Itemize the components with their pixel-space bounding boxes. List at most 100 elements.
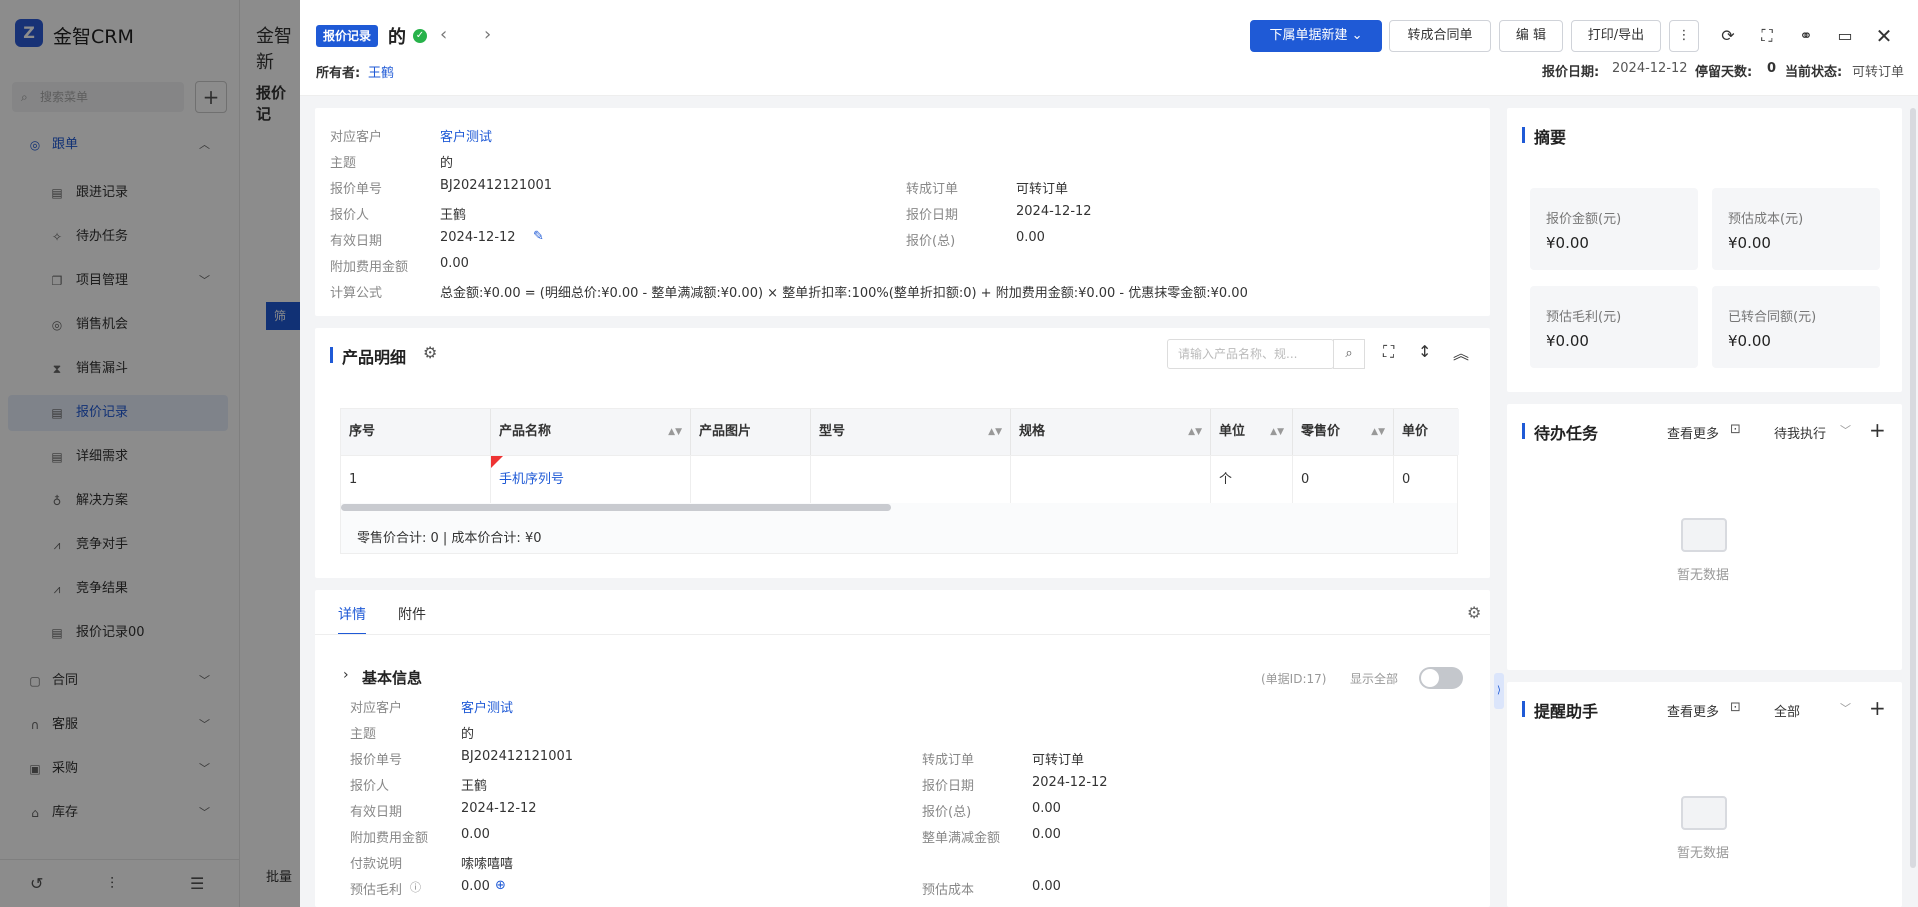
chevron-down-icon[interactable]: ﹀ bbox=[1840, 422, 1851, 438]
tab-attachments[interactable]: 附件 bbox=[398, 604, 426, 624]
status-label: 当前状态: bbox=[1785, 65, 1843, 80]
card-label: 报价金额(元) bbox=[1546, 212, 1622, 227]
stay-days-value: 0 bbox=[1767, 61, 1777, 76]
refresh-icon[interactable]: ⟳ bbox=[1716, 24, 1740, 48]
next-record-icon[interactable]: › bbox=[484, 24, 491, 45]
total-label: 报价(总) bbox=[906, 234, 956, 249]
gear-icon[interactable]: ⚙ bbox=[423, 343, 437, 362]
col-header: 产品图片 bbox=[691, 409, 811, 455]
todo-filter-select[interactable]: 待我执行 bbox=[1774, 423, 1826, 442]
tab-details[interactable]: 详情 bbox=[338, 604, 366, 624]
divider bbox=[315, 634, 1490, 635]
product-table: 序号 产品名称 ▲▼ 产品图片 型号 ▲▼ 规格 ▲▼ 单位 ▲▼ 零售价 ▲▼ 单价 1… bbox=[340, 408, 1459, 554]
subject-label: 主题 bbox=[350, 727, 377, 742]
sort-icon: ▲▼ bbox=[1188, 427, 1202, 437]
close-icon[interactable]: ✕ bbox=[1872, 24, 1896, 48]
section-marker bbox=[1522, 127, 1525, 143]
discount-label: 整单满减金额 bbox=[922, 831, 1001, 846]
col-label: 零售价 bbox=[1301, 424, 1341, 439]
resize-vertical-icon[interactable]: ↕ bbox=[1418, 342, 1431, 361]
col-header-sortable[interactable]: 零售价 ▲▼ bbox=[1293, 409, 1394, 455]
reminder-view-more-link[interactable]: 查看更多 bbox=[1667, 701, 1719, 720]
col-header-sortable[interactable]: 型号 ▲▼ bbox=[811, 409, 1011, 455]
product-name-link[interactable]: 手机序列号 bbox=[491, 455, 691, 503]
col-header-sortable[interactable]: 规格 ▲▼ bbox=[1011, 409, 1211, 455]
col-header: 序号 bbox=[341, 409, 491, 455]
chevron-down-icon[interactable]: ﹀ bbox=[1840, 700, 1851, 716]
book-icon[interactable]: ⊡ bbox=[1730, 422, 1741, 437]
reminder-filter-select[interactable]: 全部 bbox=[1774, 701, 1800, 720]
date-value: 2024-12-12 bbox=[1032, 775, 1108, 790]
payment-note-value: 嗦嗦嘻嘻 bbox=[461, 857, 514, 872]
check-circle-icon: ✓ bbox=[413, 29, 427, 43]
sort-icon: ▲▼ bbox=[1371, 427, 1385, 437]
order-label: 转成订单 bbox=[906, 182, 959, 197]
subject-value: 的 bbox=[461, 727, 475, 742]
total-label: 报价(总) bbox=[922, 805, 972, 820]
toggle-knob bbox=[1421, 669, 1439, 687]
gear-icon[interactable]: ⚙ bbox=[1467, 603, 1481, 622]
record-type-tag: 报价记录 bbox=[316, 25, 379, 47]
extra-fee-value: 0.00 bbox=[461, 827, 490, 842]
cost-value: 0.00 bbox=[1032, 879, 1061, 894]
total-value: 0.00 bbox=[1032, 801, 1061, 816]
vertical-scrollbar[interactable] bbox=[1910, 108, 1916, 868]
summary-card: 已转合同额(元) ¥0.00 bbox=[1712, 286, 1880, 368]
add-reminder-icon[interactable]: + bbox=[1869, 696, 1886, 720]
cell: 个 bbox=[1211, 455, 1293, 503]
todo-empty-text: 暂无数据 bbox=[1677, 568, 1730, 583]
quote-detail-drawer: 报价记录 的 ✓ ‹ › 所有者: 王鹤 下属单据新建 ⌄ 转成合同单 编 辑 … bbox=[300, 0, 1918, 907]
print-export-button[interactable]: 打印/导出 bbox=[1571, 20, 1661, 52]
prev-record-icon[interactable]: ‹ bbox=[440, 24, 447, 45]
summary-title: 摘要 bbox=[1534, 128, 1567, 147]
quote-no-value: BJ202412121001 bbox=[440, 178, 553, 193]
sort-icon: ▲▼ bbox=[668, 427, 682, 437]
show-all-toggle[interactable] bbox=[1419, 667, 1463, 689]
valid-date-value: 2024-12-12 bbox=[461, 801, 537, 816]
section-marker bbox=[1522, 701, 1525, 717]
owner-link[interactable]: 王鹤 bbox=[368, 62, 394, 81]
convert-contract-button[interactable]: 转成合同单 bbox=[1389, 20, 1491, 52]
expand-icon[interactable]: ⛶ bbox=[1383, 342, 1394, 362]
todo-view-more-link[interactable]: 查看更多 bbox=[1667, 423, 1719, 442]
order-label: 转成订单 bbox=[922, 753, 975, 768]
help-icon[interactable]: ⓘ bbox=[410, 879, 421, 895]
more-menu-button[interactable]: ⋮ bbox=[1669, 20, 1699, 52]
link-icon[interactable]: ⚭ bbox=[1794, 24, 1818, 48]
show-all-label: 显示全部 bbox=[1350, 672, 1399, 686]
total-value: 0.00 bbox=[1016, 230, 1045, 245]
zoom-in-icon[interactable]: ⊕ bbox=[495, 878, 506, 893]
col-header-sortable[interactable]: 单位 ▲▼ bbox=[1211, 409, 1293, 455]
customer-label: 对应客户 bbox=[350, 701, 403, 716]
fullscreen-icon[interactable]: ⛶ bbox=[1755, 24, 1779, 48]
profit-label: 预估毛利 bbox=[350, 883, 403, 898]
cell: 1 bbox=[341, 455, 491, 503]
customer-link[interactable]: 客户测试 bbox=[461, 697, 513, 716]
col-label: 产品名称 bbox=[499, 424, 552, 439]
create-sub-document-button[interactable]: 下属单据新建 ⌄ bbox=[1250, 20, 1382, 52]
quoter-label: 报价人 bbox=[330, 208, 370, 223]
profit-value: 0.00 bbox=[461, 879, 490, 894]
edit-button[interactable]: 编 辑 bbox=[1499, 20, 1563, 52]
book-icon[interactable]: ⊡ bbox=[1730, 700, 1741, 715]
quoter-label: 报价人 bbox=[350, 779, 390, 794]
edit-pencil-icon[interactable]: ✎ bbox=[533, 229, 544, 244]
date-value: 2024-12-12 bbox=[1016, 204, 1092, 219]
chevron-right-icon[interactable]: › bbox=[343, 667, 349, 683]
drawer-header: 报价记录 的 ✓ ‹ › 所有者: 王鹤 下属单据新建 ⌄ 转成合同单 编 辑 … bbox=[300, 0, 1918, 96]
col-header-sortable[interactable]: 产品名称 ▲▼ bbox=[491, 409, 691, 455]
more-vertical-icon: ⋮ bbox=[1677, 28, 1691, 43]
card-value: ¥0.00 bbox=[1728, 234, 1771, 252]
search-icon[interactable]: ⌕ bbox=[1333, 339, 1365, 369]
customer-link[interactable]: 客户测试 bbox=[440, 126, 492, 145]
reminder-panel: 提醒助手 查看更多 ⊡ 全部 ﹀ + 暂无数据 bbox=[1507, 682, 1902, 907]
cell: 0 bbox=[1293, 455, 1394, 503]
cell bbox=[691, 455, 811, 503]
window-icon[interactable]: ▭ bbox=[1833, 24, 1857, 48]
collapse-up-icon[interactable]: ︽ bbox=[1453, 340, 1469, 364]
product-search-input[interactable]: 请输入产品名称、规... bbox=[1167, 339, 1334, 369]
horizontal-scrollbar[interactable] bbox=[341, 504, 891, 511]
add-todo-icon[interactable]: + bbox=[1869, 418, 1886, 442]
panel-collapse-handle[interactable]: ⟩ bbox=[1494, 673, 1504, 709]
summary-card: 预估毛利(元) ¥0.00 bbox=[1530, 286, 1698, 368]
